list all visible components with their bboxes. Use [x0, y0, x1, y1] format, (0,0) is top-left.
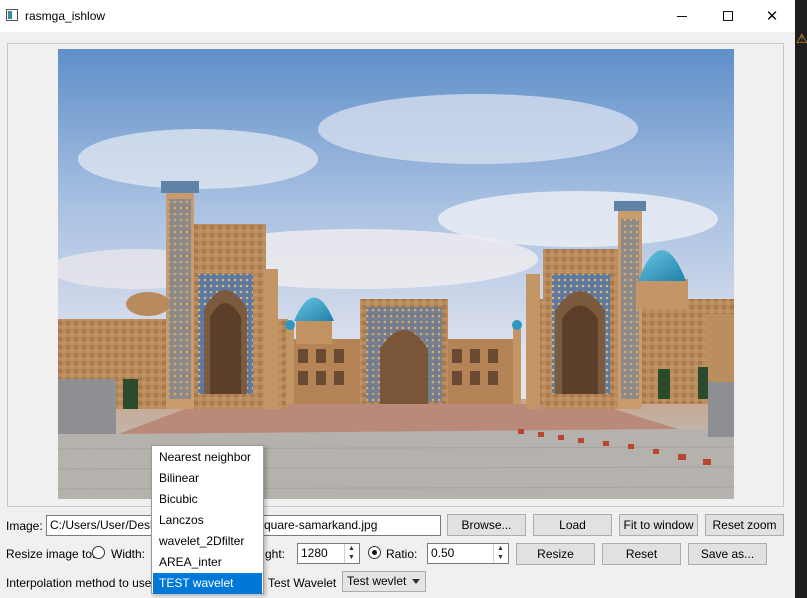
close-icon: ✕: [765, 8, 779, 25]
chevron-down-icon: [412, 579, 420, 584]
interpolation-label: Interpolation method to use:: [6, 576, 155, 590]
dropdown-option-lanczos[interactable]: Lanczos: [153, 510, 262, 531]
interpolation-dropdown[interactable]: Nearest neighbor Bilinear Bicubic Lanczo…: [151, 445, 264, 594]
spin-up-icon[interactable]: ▲: [497, 545, 504, 553]
dropdown-option-wavelet-2dfilter[interactable]: wavelet_2Dfilter: [153, 531, 262, 552]
close-button[interactable]: ✕: [749, 0, 795, 32]
warning-icon: ⚠: [796, 31, 807, 46]
dropdown-option-test-wavelet[interactable]: TEST wavelet: [153, 573, 262, 594]
title-bar: rasmga_ishlow ✕: [0, 0, 795, 32]
fit-to-window-button[interactable]: Fit to window: [619, 514, 698, 536]
image-preview: [58, 49, 734, 499]
spin-down-icon[interactable]: ▼: [497, 554, 504, 562]
resize-button[interactable]: Resize: [516, 543, 595, 565]
ratio-radio[interactable]: [368, 546, 381, 559]
height-label: ght:: [265, 547, 286, 561]
height-value: 1280: [301, 546, 328, 560]
resize-label: Resize image to:: [6, 547, 96, 561]
test-wavelet-combo[interactable]: Test wevlet: [342, 571, 426, 592]
ratio-value: 0.50: [431, 546, 455, 560]
width-radio[interactable]: [92, 546, 105, 559]
minimize-icon: [677, 15, 687, 17]
reset-zoom-button[interactable]: Reset zoom: [705, 514, 784, 536]
spin-down-icon[interactable]: ▼: [348, 554, 355, 562]
test-wavelet-combo-value: Test wevlet: [347, 574, 407, 588]
app-window-icon: [6, 9, 18, 21]
image-path-field[interactable]: C:/Users/User/Deskto: [46, 515, 156, 536]
spin-up-icon[interactable]: ▲: [348, 545, 355, 553]
width-label: Width:: [111, 547, 146, 561]
reset-button[interactable]: Reset: [602, 543, 681, 565]
spin-arrows[interactable]: ▲ ▼: [493, 544, 508, 563]
image-path-field-tail[interactable]: square-samarkand.jpg: [255, 515, 441, 536]
spin-arrows[interactable]: ▲ ▼: [344, 544, 359, 563]
dropdown-option-area-inter[interactable]: AREA_inter: [153, 552, 262, 573]
background-window-strip: [795, 0, 807, 598]
ratio-label: Ratio:: [386, 547, 418, 561]
image-label: Image:: [6, 519, 43, 533]
save-as-button[interactable]: Save as...: [688, 543, 767, 565]
dropdown-option-bicubic[interactable]: Bicubic: [153, 489, 262, 510]
minimize-button[interactable]: [659, 0, 705, 32]
ratio-spinbox[interactable]: 0.50 ▲ ▼: [427, 543, 509, 564]
height-spinbox[interactable]: 1280 ▲ ▼: [297, 543, 360, 564]
maximize-icon: [723, 11, 733, 21]
window-title: rasmga_ishlow: [25, 9, 106, 23]
browse-button[interactable]: Browse...: [447, 514, 526, 536]
maximize-button[interactable]: [705, 0, 751, 32]
dropdown-option-bilinear[interactable]: Bilinear: [153, 468, 262, 489]
load-button[interactable]: Load: [533, 514, 612, 536]
dropdown-option-nearest[interactable]: Nearest neighbor: [153, 447, 262, 468]
test-wavelet-label: Test Wavelet: [268, 576, 337, 590]
